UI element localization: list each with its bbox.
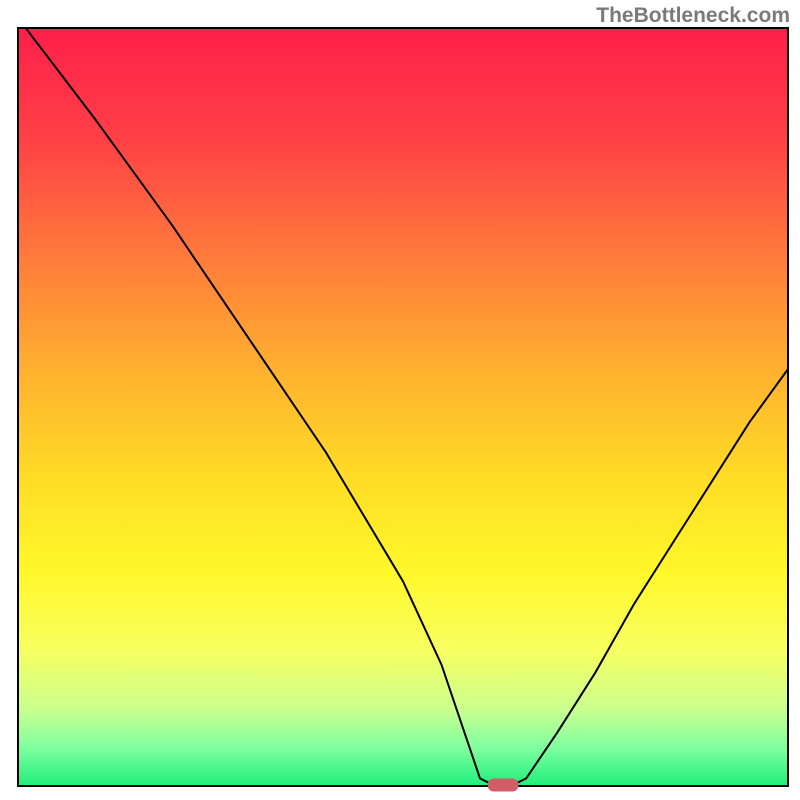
gradient-background (18, 28, 788, 786)
bottleneck-chart (0, 0, 800, 800)
chart-container: TheBottleneck.com (0, 0, 800, 800)
optimal-marker (488, 779, 519, 792)
watermark-text: TheBottleneck.com (596, 4, 790, 28)
